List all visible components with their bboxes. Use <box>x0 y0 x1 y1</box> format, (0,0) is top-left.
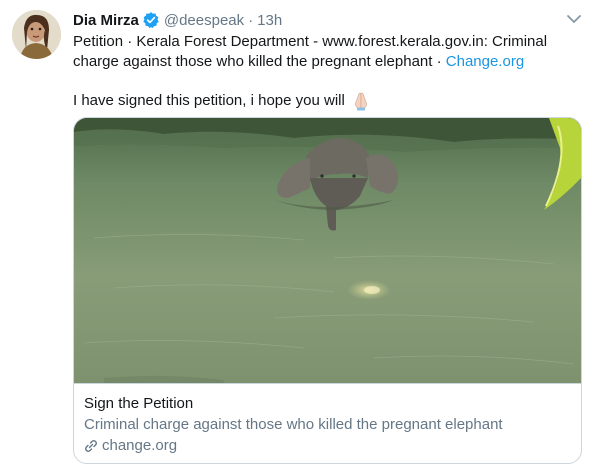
link-icon <box>84 439 98 453</box>
tweet-text: Petition · Kerala Forest Department - ww… <box>73 32 573 72</box>
tweet-text-second-line: I have signed this petition, i hope you … <box>73 91 371 111</box>
card-image[interactable] <box>74 118 581 383</box>
tweet-text-second: I have signed this petition, i hope you … <box>73 92 345 109</box>
tweet-link[interactable]: Change.org <box>446 53 524 70</box>
chevron-down-icon[interactable] <box>566 12 582 26</box>
author-handle[interactable]: @deespeak <box>164 12 244 29</box>
pray-icon <box>351 91 371 111</box>
card-description: Criminal charge against those who killed… <box>84 416 503 433</box>
verified-badge-icon <box>142 11 160 29</box>
author-name[interactable]: Dia Mirza <box>73 12 139 29</box>
tweet-header: Dia Mirza @deespeak · 13h <box>73 10 282 30</box>
avatar[interactable] <box>12 10 61 59</box>
link-card[interactable]: Sign the Petition Criminal charge agains… <box>73 117 582 464</box>
card-divider <box>74 383 581 384</box>
timestamp[interactable]: 13h <box>257 12 282 29</box>
header-separator: · <box>248 11 254 29</box>
tweet[interactable]: Dia Mirza @deespeak · 13h Petition · Ker… <box>0 0 600 464</box>
card-title: Sign the Petition <box>84 395 194 412</box>
card-domain-row: change.org <box>84 437 177 454</box>
card-domain: change.org <box>102 437 178 454</box>
